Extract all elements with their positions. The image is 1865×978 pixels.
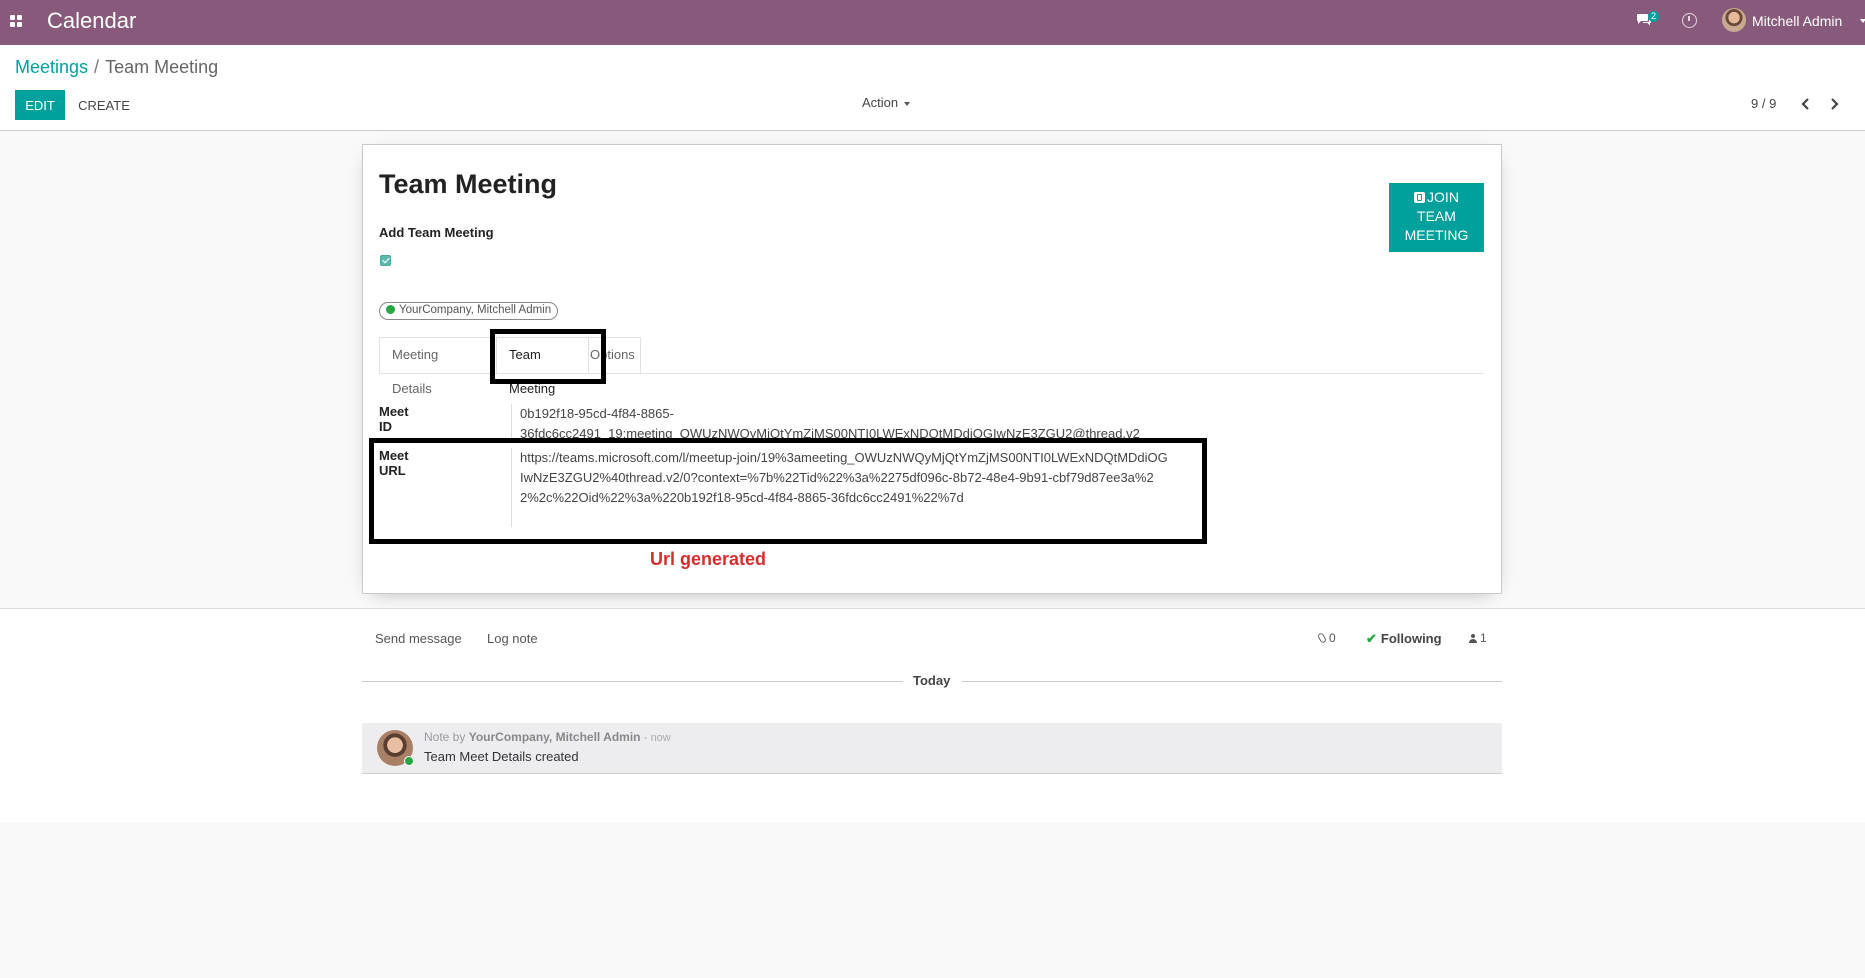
log-note-button[interactable]: Log note <box>487 631 538 646</box>
user-avatar[interactable] <box>1722 8 1746 32</box>
add-team-meeting-checkbox[interactable] <box>380 255 391 266</box>
person-icon <box>1469 634 1477 643</box>
message-header: Note by YourCompany, Mitchell Admin - no… <box>424 730 671 744</box>
online-status-icon <box>404 756 414 766</box>
record-title: Team Meeting <box>379 169 558 199</box>
join-label-2: TEAM <box>1417 208 1456 224</box>
join-team-meeting-button[interactable]: JOIN TEAM MEETING <box>1389 183 1484 252</box>
annotation-text: Url generated <box>650 549 767 569</box>
meet-url-value[interactable]: https://teams.microsoft.com/l/meetup-joi… <box>511 448 1171 527</box>
date-separator: Today <box>362 671 1502 691</box>
top-navbar: Calendar 2 Mitchell Admin <box>0 0 1865 45</box>
pager-previous-icon[interactable] <box>1797 95 1815 113</box>
breadcrumb-separator: / <box>94 57 100 77</box>
attendee-name: YourCompany, Mitchell Admin <box>399 304 552 316</box>
message-author[interactable]: YourCompany, Mitchell Admin <box>469 730 641 744</box>
join-label-3: MEETING <box>1404 227 1469 243</box>
page-background <box>0 822 1865 978</box>
separator-line <box>362 681 903 682</box>
status-dot-icon <box>386 305 395 314</box>
following-label: Following <box>1380 631 1442 646</box>
paperclip-icon <box>1316 632 1328 644</box>
create-button[interactable]: CREATE <box>70 90 138 120</box>
meet-id-value: 0b192f18-95cd-4f84-8865-36fdc6cc2491_19:… <box>511 404 1211 441</box>
app-title[interactable]: Calendar <box>47 8 136 34</box>
meet-id-label: Meet ID <box>379 404 409 434</box>
caret-down-icon <box>1860 19 1865 23</box>
breadcrumb-current: Team Meeting <box>105 57 219 77</box>
action-dropdown[interactable]: Action <box>862 95 911 110</box>
user-menu[interactable]: Mitchell Admin <box>1752 13 1842 29</box>
breadcrumb-meetings-link[interactable]: Meetings <box>15 57 88 77</box>
chat-badge: 2 <box>1648 11 1660 22</box>
join-label-1: JOIN <box>1427 189 1459 205</box>
control-panel: Meetings / Team Meeting EDIT CREATE Action… <box>0 45 1865 131</box>
add-team-meeting-label: Add Team Meeting <box>379 225 494 240</box>
pager-next-icon[interactable] <box>1825 95 1843 113</box>
message-prefix: Note by <box>424 730 466 744</box>
following-button[interactable]: ✔ Following <box>1366 631 1442 647</box>
pager-value[interactable]: 9 / 9 <box>1751 96 1776 111</box>
attachments-button[interactable]: 0 <box>1316 631 1336 645</box>
action-label: Action <box>862 95 899 110</box>
breadcrumb: Meetings / Team Meeting <box>15 57 218 78</box>
chatter-message: Note by YourCompany, Mitchell Admin - no… <box>362 723 1502 774</box>
message-time: - now <box>643 732 671 744</box>
attendee-tag[interactable]: YourCompany, Mitchell Admin <box>379 302 559 320</box>
chatter: Send message Log note 0 ✔ Following 1 Tod… <box>0 608 1865 822</box>
meet-url-label: Meet URL <box>379 448 409 478</box>
message-body: Team Meet Details created <box>424 749 579 764</box>
date-separator-label: Today <box>913 673 951 688</box>
followers-button[interactable]: 1 <box>1469 631 1487 645</box>
follower-count: 1 <box>1480 631 1487 645</box>
check-icon: ✔ <box>1366 631 1377 646</box>
notebook-tabs: Meeting Details Options Team Meeting <box>379 337 1484 396</box>
form-view: Team Meeting JOIN TEAM MEETING Add Team … <box>0 131 1865 608</box>
apps-menu-icon[interactable] <box>10 15 24 27</box>
form-sheet: Team Meeting JOIN TEAM MEETING Add Team … <box>362 144 1502 594</box>
phone-icon <box>1414 192 1426 203</box>
tab-team-meeting[interactable]: Team Meeting <box>496 337 589 396</box>
send-message-button[interactable]: Send message <box>375 631 462 646</box>
activity-clock-icon[interactable] <box>1682 13 1697 28</box>
tab-meeting-details[interactable]: Meeting Details <box>379 337 492 396</box>
caret-down-icon <box>904 101 911 106</box>
separator-line <box>962 681 1502 682</box>
attachment-count: 0 <box>1329 631 1336 645</box>
edit-button[interactable]: EDIT <box>15 90 65 120</box>
